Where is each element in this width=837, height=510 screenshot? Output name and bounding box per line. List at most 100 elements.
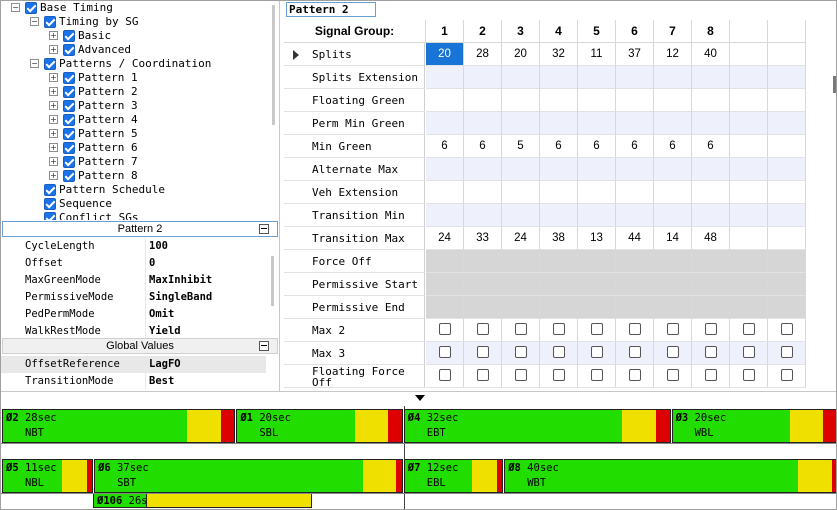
grid-cell[interactable] [654,112,692,135]
checkbox-checked-icon[interactable] [44,198,56,210]
checkbox-unchecked-icon[interactable] [780,368,793,381]
grid-cell[interactable] [730,181,768,204]
expand-icon[interactable]: + [49,143,58,152]
checkbox-unchecked-icon[interactable] [666,322,679,335]
row-header[interactable]: Max 2 [284,319,425,342]
tree-item[interactable]: + Advanced [1,43,271,57]
grid-cell[interactable] [502,365,540,388]
grid-cell[interactable] [768,227,806,250]
expand-icon[interactable]: + [49,87,58,96]
grid-cell[interactable] [578,158,616,181]
row-header[interactable]: Min Green [284,135,425,158]
checkbox-unchecked-icon[interactable] [780,322,793,335]
phase-bar[interactable]: Ø7 12sec EBL [403,459,504,493]
checkbox-checked-icon[interactable] [63,156,75,168]
grid-cell[interactable] [464,181,502,204]
grid-cell[interactable]: 38 [540,227,578,250]
grid-cell[interactable] [616,365,654,388]
grid-cell[interactable] [730,158,768,181]
checkbox-checked-icon[interactable] [44,184,56,196]
grid-cell[interactable] [540,319,578,342]
grid-cell[interactable] [768,181,806,204]
tree-item[interactable]: + Pattern 5 [1,127,271,141]
phase-bar[interactable]: Ø2 28sec NBT [2,409,236,443]
checkbox-checked-icon[interactable] [63,170,75,182]
grid-cell[interactable] [578,112,616,135]
grid-cell[interactable] [578,204,616,227]
signal-group-grid[interactable]: Signal Group: 1 2 3 4 5 6 7 8 Splits 20 28 20 32 11 37 1… [284,20,824,391]
row-header[interactable]: Force Off [284,250,425,273]
grid-cell[interactable]: 11 [578,43,616,66]
column-header[interactable]: 1 [426,20,464,43]
tree-item[interactable]: Conflict SGs [1,211,271,220]
tree-scrollbar[interactable] [272,5,275,125]
grid-cell[interactable] [768,135,806,158]
property-row[interactable]: PermissiveMode SingleBand [1,289,266,306]
grid-cell[interactable] [540,365,578,388]
checkbox-unchecked-icon[interactable] [476,322,489,335]
column-header[interactable]: 2 [464,20,502,43]
checkbox-checked-icon[interactable] [63,44,75,56]
grid-cell[interactable] [540,342,578,365]
grid-cell[interactable] [692,66,730,89]
grid-cell[interactable] [730,342,768,365]
grid-cell[interactable] [426,181,464,204]
grid-cell[interactable] [426,112,464,135]
row-header[interactable]: Perm Min Green [284,112,425,135]
grid-cell[interactable] [654,204,692,227]
grid-cell[interactable] [616,342,654,365]
grid-cell[interactable] [540,112,578,135]
grid-cell[interactable] [616,89,654,112]
column-header[interactable]: 8 [692,20,730,43]
grid-cell[interactable] [502,66,540,89]
expand-icon[interactable]: + [49,101,58,110]
property-row[interactable]: Offset 0 [1,255,266,272]
expand-icon[interactable]: + [49,31,58,40]
property-value[interactable]: Omit [149,306,174,323]
grid-cell[interactable] [426,89,464,112]
grid-cell[interactable] [464,342,502,365]
grid-cell[interactable] [692,365,730,388]
section-header-global[interactable]: Global Values [2,338,278,354]
grid-cell[interactable] [426,158,464,181]
row-header[interactable]: Max 3 [284,342,425,365]
row-header[interactable]: Splits Extension [284,66,425,89]
phase-bar[interactable]: Ø5 11sec NBL [2,459,94,493]
grid-cell[interactable]: 6 [654,135,692,158]
grid-cell[interactable] [654,66,692,89]
grid-cell[interactable]: 24 [502,227,540,250]
collapse-icon[interactable]: − [30,17,39,26]
grid-cell[interactable] [654,89,692,112]
grid-cell[interactable] [654,319,692,342]
splitter-arrow-icon[interactable] [415,395,425,401]
property-value[interactable]: 100 [149,238,168,255]
grid-cell[interactable] [616,181,654,204]
checkbox-checked-icon[interactable] [63,114,75,126]
phase-bar[interactable]: Ø6 37sec SBT [94,459,403,493]
grid-cell[interactable] [464,365,502,388]
column-header[interactable]: 7 [654,20,692,43]
phase-bar[interactable]: Ø1 20sec SBL [236,409,403,443]
checkbox-unchecked-icon[interactable] [742,345,755,358]
checkbox-unchecked-icon[interactable] [628,345,641,358]
grid-cell[interactable] [692,204,730,227]
grid-cell[interactable] [692,89,730,112]
property-row[interactable]: CycleLength 100 [1,238,266,255]
grid-cell[interactable] [730,365,768,388]
tree-item[interactable]: Sequence [1,197,271,211]
property-value[interactable]: Best [149,373,174,390]
grid-cell[interactable] [578,342,616,365]
row-header[interactable]: Veh Extension [284,181,425,204]
grid-cell[interactable] [768,365,806,388]
grid-cell[interactable] [540,66,578,89]
checkbox-unchecked-icon[interactable] [438,368,451,381]
checkbox-checked-icon[interactable] [63,100,75,112]
collapse-icon[interactable]: − [11,3,20,12]
row-header[interactable]: Alternate Max [284,158,425,181]
grid-cell[interactable] [578,89,616,112]
tree-item[interactable]: + Pattern 3 [1,99,271,113]
collapse-icon[interactable] [259,341,269,351]
grid-cell[interactable] [502,89,540,112]
navigation-tree[interactable]: − Base Timing − Timing by SG + Basic + Advanced… [1,1,280,220]
grid-cell[interactable] [540,204,578,227]
